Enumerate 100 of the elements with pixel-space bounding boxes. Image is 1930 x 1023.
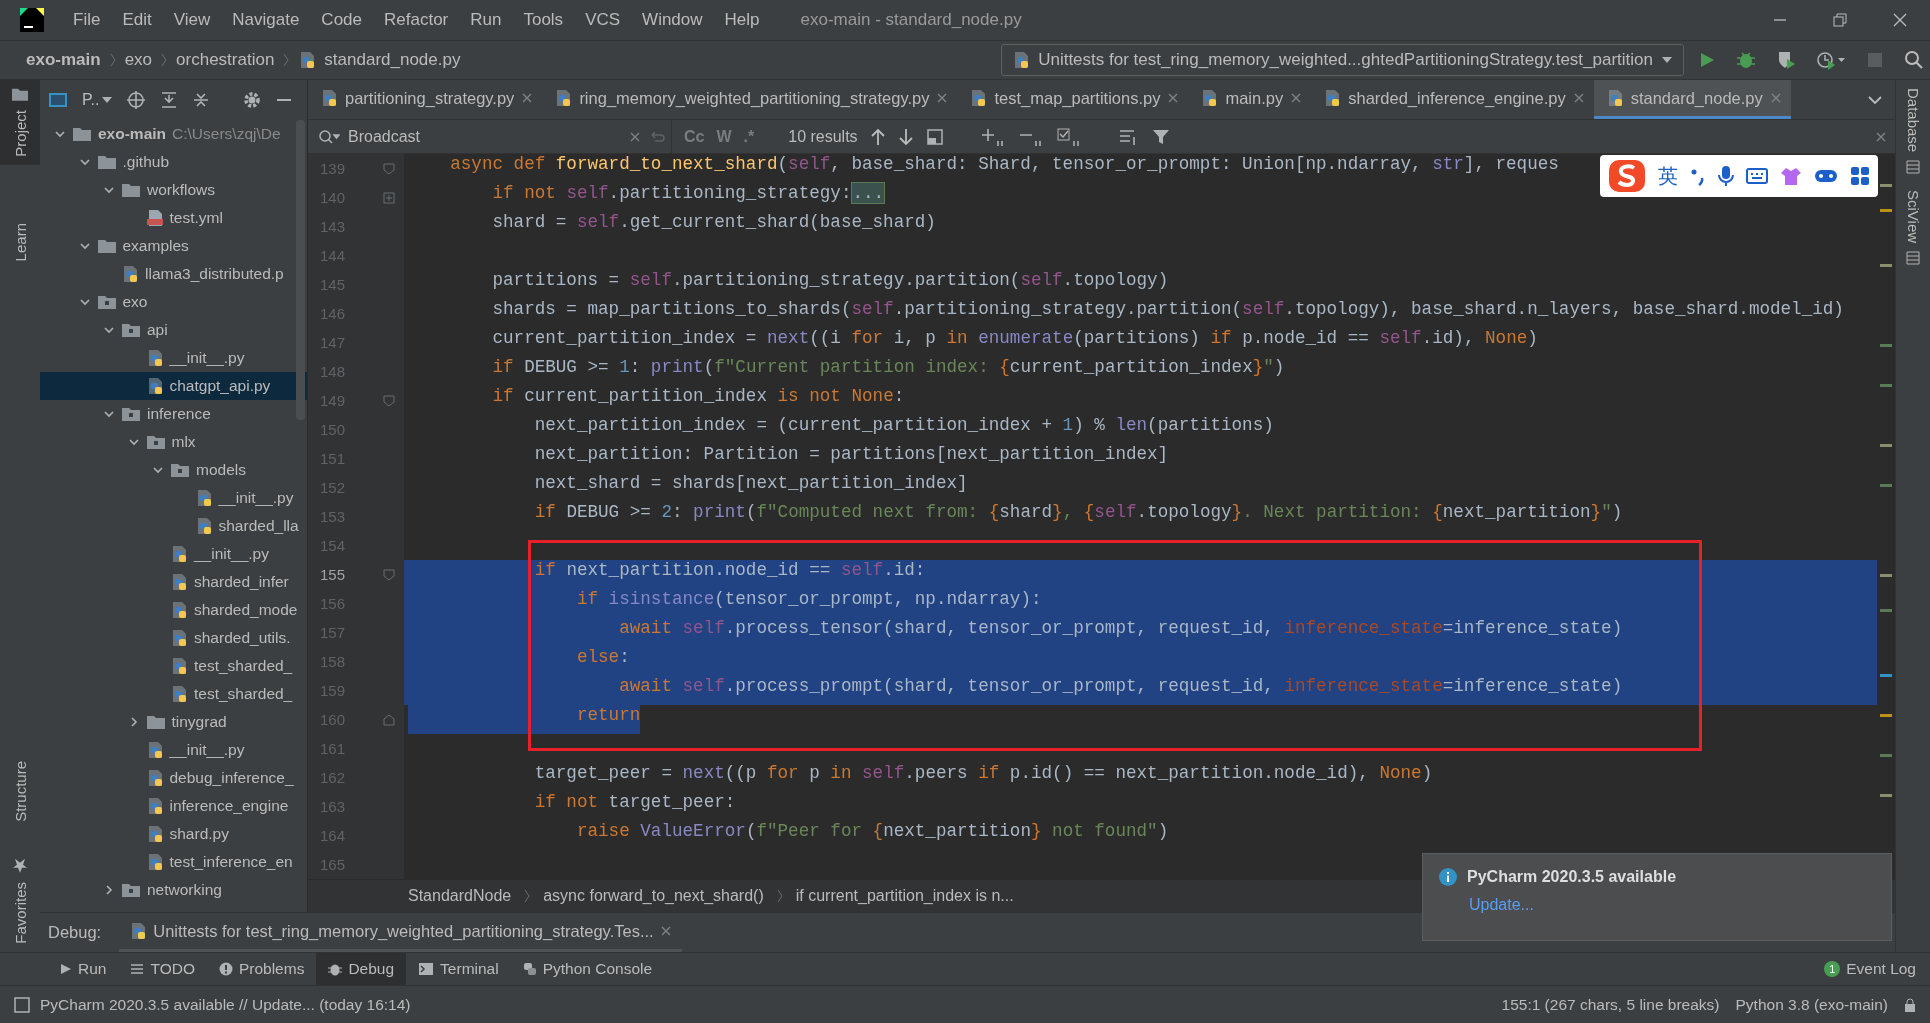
tree-item[interactable]: sharded_utils. <box>40 624 307 652</box>
add-occurrence-icon[interactable] <box>979 126 1006 147</box>
tree-item[interactable]: examples <box>40 232 307 260</box>
input-mode-toggle[interactable]: 英 <box>1658 162 1678 190</box>
keyboard-icon[interactable] <box>1746 167 1768 185</box>
tool-tab[interactable]: Run <box>48 953 119 985</box>
tool-tab[interactable]: TODO <box>118 953 207 985</box>
close-icon[interactable] <box>1167 92 1180 104</box>
lock-icon[interactable] <box>1904 997 1916 1012</box>
tree-item[interactable]: debug_inference_ <box>40 764 307 792</box>
breadcrumb[interactable]: async forward_to_next_shard() <box>543 887 764 905</box>
tool-window-tab[interactable]: Project <box>0 80 40 165</box>
restore-icon[interactable] <box>1832 12 1848 28</box>
close-search-icon[interactable] <box>1875 130 1887 143</box>
tree-item[interactable]: llama3_distributed.p <box>40 260 307 288</box>
menu-item[interactable]: File <box>62 10 112 30</box>
editor-tab[interactable]: standard_node.py <box>1593 80 1791 119</box>
editor-tab[interactable]: sharded_inference_engine.py <box>1311 80 1594 119</box>
expand-all-icon[interactable] <box>159 91 178 109</box>
menu-item[interactable]: Refactor <box>373 10 460 30</box>
apps-grid-icon[interactable] <box>1850 166 1870 186</box>
tree-item[interactable]: tinygrad <box>40 708 307 736</box>
menu-item[interactable]: Window <box>631 10 714 30</box>
gamepad-icon[interactable] <box>1814 167 1838 185</box>
menu-item[interactable]: Tools <box>512 10 575 30</box>
breadcrumb[interactable]: exo-main <box>26 50 101 70</box>
menu-item[interactable]: Navigate <box>221 10 311 30</box>
tree-item[interactable]: test.yml <box>40 204 307 232</box>
panel-toggle-icon[interactable] <box>14 996 30 1013</box>
select-all-occurrences-icon[interactable] <box>1055 126 1082 147</box>
collapse-all-icon[interactable] <box>191 91 210 109</box>
tree-item[interactable]: __init__.py <box>40 736 307 764</box>
tree-item[interactable]: mlx <box>40 428 307 456</box>
tree-item[interactable]: __init__.py <box>40 344 307 372</box>
tool-tab[interactable]: Debug <box>316 953 407 985</box>
search-field[interactable]: Broadcast <box>348 127 621 146</box>
search-icon[interactable] <box>1904 50 1924 70</box>
close-icon[interactable] <box>936 92 949 104</box>
editor-tab[interactable]: test_map_partitions.py <box>957 80 1189 119</box>
breadcrumb[interactable]: exo <box>124 50 153 70</box>
tool-tab[interactable]: Problems <box>206 953 317 985</box>
caret-position[interactable]: 155:1 (267 chars, 5 line breaks) <box>1501 995 1720 1014</box>
breadcrumb[interactable]: if current_partition_index is n... <box>795 887 1014 905</box>
tree-item[interactable]: inference_engine <box>40 792 307 820</box>
debug-icon[interactable] <box>1736 50 1756 70</box>
microphone-icon[interactable] <box>1718 165 1734 187</box>
editor-tab[interactable]: ring_memory_weighted_partitioning_strategy.py <box>542 80 958 119</box>
tree-item[interactable]: sharded_mode <box>40 596 307 624</box>
filter-icon[interactable] <box>1151 127 1170 146</box>
tree-item[interactable]: chatgpt_api.py <box>40 372 307 400</box>
tree-item[interactable]: exo <box>40 288 307 316</box>
clear-icon[interactable] <box>629 130 641 143</box>
close-icon[interactable] <box>521 92 534 104</box>
tree-item[interactable]: sharded_lla <box>40 512 307 540</box>
input-method-logo-icon[interactable] <box>1608 159 1646 193</box>
breadcrumb[interactable]: StandardNode <box>408 887 512 905</box>
tree-item[interactable]: api <box>40 316 307 344</box>
menu-item[interactable]: Help <box>713 10 771 30</box>
coverage-icon[interactable] <box>1776 50 1796 70</box>
locate-icon[interactable] <box>125 90 146 110</box>
event-log-link[interactable]: Event Log <box>1846 960 1916 978</box>
close-icon[interactable] <box>1572 92 1585 104</box>
menu-item[interactable]: VCS <box>574 10 632 30</box>
menu-item[interactable]: View <box>162 10 222 30</box>
tree-item[interactable]: exo-main C:\Users\zqj\De <box>40 120 307 148</box>
menu-item[interactable]: Code <box>310 10 373 30</box>
menu-item[interactable]: Run <box>459 10 513 30</box>
tree-item[interactable]: shard.py <box>40 820 307 848</box>
close-icon[interactable] <box>1892 12 1908 28</box>
settings-icon[interactable] <box>241 90 262 110</box>
shirt-icon[interactable] <box>1780 166 1802 186</box>
tree-item[interactable]: models <box>40 456 307 484</box>
chevron-down-icon[interactable] <box>1867 94 1883 105</box>
tree-item[interactable]: sharded_infer <box>40 568 307 596</box>
view-dropdown[interactable]: P.. <box>82 91 112 109</box>
run-icon[interactable] <box>1698 51 1716 69</box>
breadcrumb[interactable]: orchestration <box>176 50 275 70</box>
arrow-up-icon[interactable] <box>869 127 886 146</box>
editor-tab[interactable]: partitioning_strategy.py <box>308 80 543 119</box>
arrow-down-icon[interactable] <box>897 127 914 146</box>
menu-item[interactable]: Edit <box>111 10 163 30</box>
layout-icon[interactable] <box>48 91 68 109</box>
window-icon[interactable] <box>925 127 944 146</box>
tool-window-tab[interactable]: SciView <box>1896 182 1930 274</box>
profile-icon[interactable] <box>1816 50 1846 70</box>
editor-tab[interactable]: main.py <box>1188 80 1312 119</box>
interpreter-label[interactable]: Python 3.8 (exo-main) <box>1735 995 1888 1014</box>
tree-item[interactable]: test_inference_en <box>40 848 307 876</box>
tool-tab[interactable]: Python Console <box>510 953 665 985</box>
tree-item[interactable]: test_sharded_ <box>40 652 307 680</box>
tree-item[interactable]: networking <box>40 876 307 904</box>
tree-item[interactable]: inference <box>40 400 307 428</box>
breadcrumb[interactable]: standard_node.py <box>324 50 461 70</box>
tree-item[interactable]: .github <box>40 148 307 176</box>
close-icon[interactable] <box>1290 92 1303 104</box>
tool-window-tab[interactable]: Favorites <box>0 850 40 952</box>
tool-window-tab[interactable]: Database <box>1896 80 1930 183</box>
tree-item[interactable]: __init__.py <box>40 540 307 568</box>
tree-item[interactable]: __init__.py <box>40 484 307 512</box>
scrollbar[interactable] <box>296 120 305 420</box>
